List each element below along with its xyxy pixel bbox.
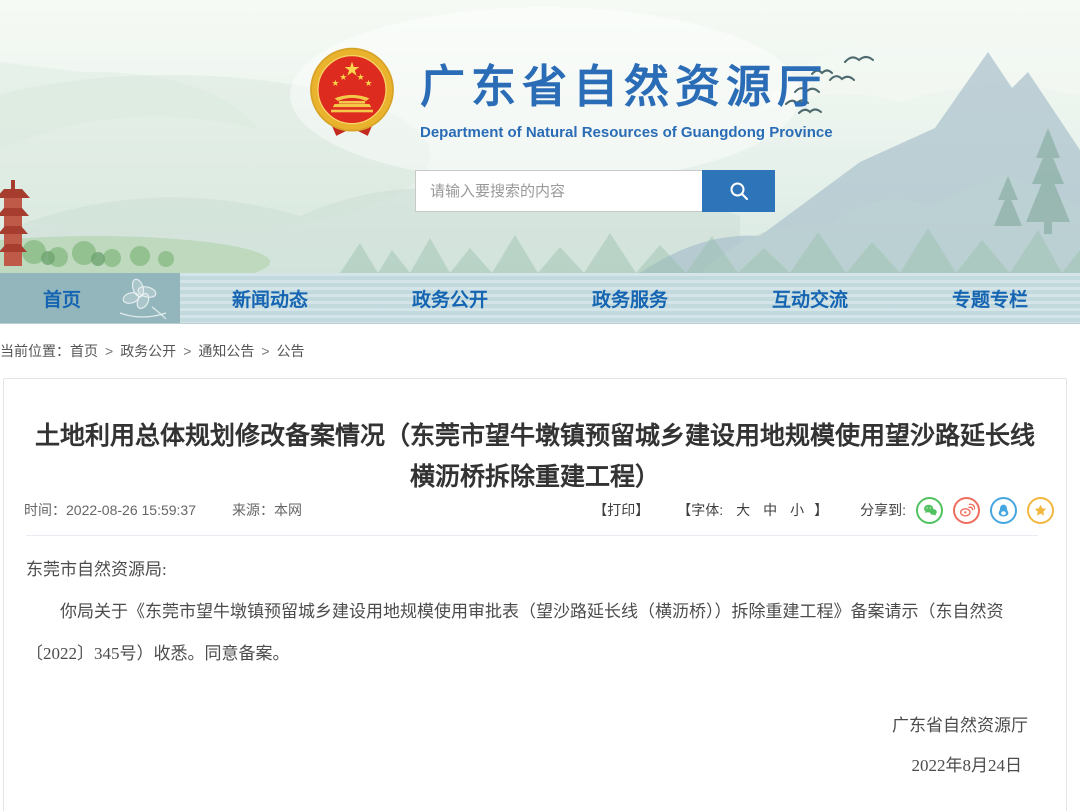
meta-time-label: 时间： <box>24 500 66 520</box>
nav-item-label: 政务公开 <box>412 285 488 312</box>
font-size-small-button[interactable]: 小 <box>790 500 804 520</box>
signature-name: 广东省自然资源厅 <box>892 711 1028 736</box>
breadcrumb-item-announcement[interactable]: 公告 <box>277 341 305 361</box>
article-title: 土地利用总体规划修改备案情况（东莞市望牛墩镇预留城乡建设用地规模使用望沙路延长线… <box>28 416 1042 498</box>
search-button[interactable] <box>702 170 775 212</box>
national-emblem-logo: ★ ★ ★ ★ ★ <box>308 46 396 142</box>
main-nav: 首页 新闻动态 政务公开 政务服务 互动交流 专题专栏 <box>0 273 1080 324</box>
search-input[interactable] <box>415 170 702 212</box>
article-body: 东莞市自然资源局: 你局关于《东莞市望牛墩镇预留城乡建设用地规模使用审批表（望沙… <box>26 549 1044 675</box>
breadcrumb-separator: > <box>105 343 113 359</box>
site-banner: ★ ★ ★ ★ ★ 广东省自然资源厅 Departmen <box>0 0 1080 273</box>
breadcrumb-label: 当前位置： <box>0 341 70 361</box>
article-meta-tools: 【打印】 【字体: 大 中 小 】 分享到: <box>593 497 1054 524</box>
font-size-prefix: 【字体: <box>677 500 723 520</box>
search-icon <box>728 180 750 202</box>
breadcrumb-separator: > <box>183 343 191 359</box>
search-bar <box>415 170 775 212</box>
meta-divider <box>26 535 1038 536</box>
nav-item-gov-services[interactable]: 政务服务 <box>540 273 720 323</box>
font-size-medium-button[interactable]: 中 <box>763 500 777 520</box>
qzone-share-icon[interactable] <box>1027 497 1054 524</box>
nav-item-label: 互动交流 <box>772 285 848 312</box>
nav-item-label: 首页 <box>43 285 81 312</box>
svg-text:★: ★ <box>357 73 365 83</box>
nav-item-home[interactable]: 首页 <box>0 273 180 323</box>
nav-item-label: 专题专栏 <box>952 285 1028 312</box>
breadcrumb-item-gov-disclosure[interactable]: 政务公开 <box>120 341 176 361</box>
nav-item-interaction[interactable]: 互动交流 <box>720 273 900 323</box>
nav-item-label: 新闻动态 <box>232 285 308 312</box>
svg-text:★: ★ <box>332 79 340 89</box>
svg-text:★: ★ <box>339 73 347 83</box>
page: ★ ★ ★ ★ ★ 广东省自然资源厅 Departmen <box>0 0 1080 811</box>
breadcrumb-item-notices[interactable]: 通知公告 <box>198 341 254 361</box>
wechat-share-icon[interactable] <box>916 497 943 524</box>
qq-share-icon[interactable] <box>990 497 1017 524</box>
site-title: 广东省自然资源厅 <box>420 50 833 115</box>
print-button[interactable]: 【打印】 <box>593 500 649 520</box>
font-size-large-button[interactable]: 大 <box>736 500 750 520</box>
article-meta-row: 时间： 2022-08-26 15:59:37 来源： 本网 【打印】 【字体:… <box>24 495 1054 525</box>
article-salutation: 东莞市自然资源局: <box>26 549 1044 591</box>
site-brand: ★ ★ ★ ★ ★ 广东省自然资源厅 Departmen <box>308 46 833 142</box>
breadcrumb: 当前位置： 首页 > 政务公开 > 通知公告 > 公告 <box>0 324 1080 378</box>
share-label: 分享到: <box>860 500 906 520</box>
nav-item-gov-disclosure[interactable]: 政务公开 <box>360 273 540 323</box>
font-size-control: 【字体: 大 中 小 】 <box>677 500 828 520</box>
svg-text:★: ★ <box>365 79 373 89</box>
article-paragraph: 你局关于《东莞市望牛墩镇预留城乡建设用地规模使用审批表（望沙路延长线（横沥桥））… <box>26 591 1044 675</box>
meta-time-value: 2022-08-26 15:59:37 <box>66 502 196 518</box>
site-subtitle-english: Department of Natural Resources of Guang… <box>420 124 833 141</box>
font-size-suffix: 】 <box>814 500 828 520</box>
nav-item-label: 政务服务 <box>592 285 668 312</box>
signature-date: 2022年8月24日 <box>912 751 1023 776</box>
breadcrumb-separator: > <box>261 343 269 359</box>
breadcrumb-item-home[interactable]: 首页 <box>70 341 98 361</box>
nav-item-special-topics[interactable]: 专题专栏 <box>900 273 1080 323</box>
weibo-share-icon[interactable] <box>953 497 980 524</box>
flower-decoration-icon <box>112 277 170 321</box>
meta-source-value: 本网 <box>274 500 302 520</box>
meta-source-label: 来源： <box>232 500 274 520</box>
article-panel: 土地利用总体规划修改备案情况（东莞市望牛墩镇预留城乡建设用地规模使用望沙路延长线… <box>3 378 1067 811</box>
nav-item-news[interactable]: 新闻动态 <box>180 273 360 323</box>
